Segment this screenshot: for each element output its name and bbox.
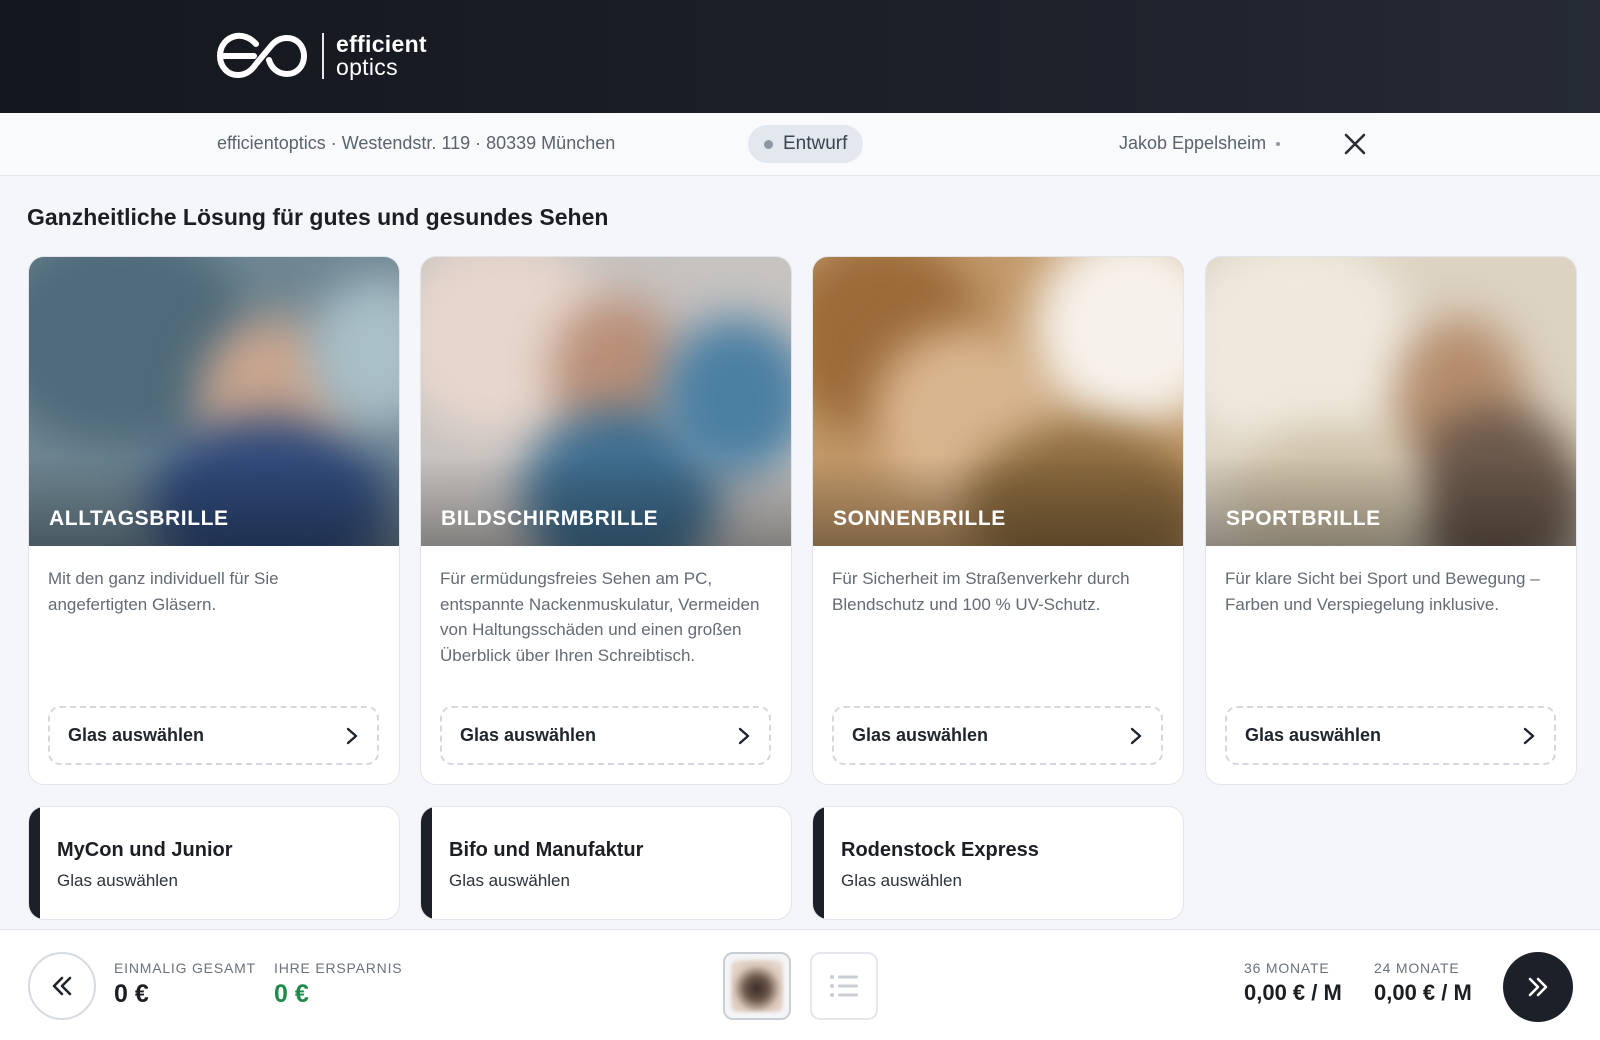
brand-logo[interactable]: efficient optics: [216, 30, 427, 82]
card-image: [29, 257, 399, 546]
brand-card-mycon-junior[interactable]: MyCon und Junior Glas auswählen: [28, 806, 400, 920]
status-badge: Entwurf: [748, 125, 864, 163]
rate-36-value: 0,00 € / M: [1244, 980, 1342, 1005]
double-chevron-right-icon: [1528, 977, 1548, 997]
brand-title: MyCon und Junior: [57, 839, 233, 861]
card-image: [421, 257, 791, 546]
select-glass-label: Glas auswählen: [852, 725, 989, 745]
select-glass-label: Glas auswählen: [68, 725, 205, 745]
brand-subtitle: Glas auswählen: [57, 871, 178, 890]
rate-24-months: 24 MONATE 0,00 € / M: [1374, 960, 1472, 1006]
chevron-right-icon: [346, 727, 358, 744]
chevron-right-icon: [1523, 727, 1535, 744]
close-icon[interactable]: [1340, 129, 1370, 159]
double-chevron-left-icon: [52, 976, 72, 996]
savings-value: 0 €: [274, 980, 309, 1008]
card-description: Mit den ganz individuell für Sie angefer…: [48, 569, 279, 614]
select-glass-button[interactable]: Glas auswählen: [832, 706, 1163, 765]
sub-header: efficientoptics · Westendstr. 119 · 8033…: [0, 113, 1600, 176]
user-menu[interactable]: Jakob Eppelsheim: [1119, 133, 1281, 154]
brand-accent-bar: [421, 807, 432, 919]
rate-36-months: 36 MONATE 0,00 € / M: [1244, 960, 1342, 1006]
card-sportbrille: SPORTBRILLE Für klare Sicht bei Sport un…: [1205, 256, 1577, 785]
user-menu-dot-icon: [1276, 141, 1281, 146]
brand-title: Rodenstock Express: [841, 839, 1039, 861]
chevron-right-icon: [738, 727, 750, 744]
card-label: BILDSCHIRMBRILLE: [441, 507, 659, 530]
chevron-right-icon: [1130, 727, 1142, 744]
list-icon: [830, 975, 858, 997]
glasses-thumbnail: [731, 960, 783, 1012]
total-label: EINMALIG GESAMT: [114, 960, 256, 976]
card-label: ALLTAGSBRILLE: [49, 507, 229, 530]
store-address: efficientoptics · Westendstr. 119 · 8033…: [217, 133, 616, 153]
logo-line-2: optics: [336, 54, 398, 80]
total-value: 0 €: [114, 980, 149, 1008]
user-name: Jakob Eppelsheim: [1119, 133, 1267, 153]
card-label: SPORTBRILLE: [1226, 507, 1381, 530]
card-sonnenbrille: SONNENBRILLE Für Sicherheit im Straßenve…: [812, 256, 1184, 785]
card-description: Für ermüdungsfreies Sehen am PC, entspan…: [440, 569, 760, 665]
list-view-button[interactable]: [810, 952, 878, 1020]
eo-logo-icon: [216, 32, 308, 79]
logo-divider: [322, 33, 324, 79]
card-description: Für klare Sicht bei Sport und Bewegung –…: [1225, 569, 1540, 614]
savings-label: IHRE ERSPARNIS: [274, 960, 403, 976]
total-summary: EINMALIG GESAMT 0 €: [114, 960, 256, 1009]
rate-36-label: 36 MONATE: [1244, 960, 1330, 976]
select-glass-button[interactable]: Glas auswählen: [440, 706, 771, 765]
brand-subtitle: Glas auswählen: [841, 871, 962, 890]
card-bildschirmbrille: BILDSCHIRMBRILLE Für ermüdungsfreies Seh…: [420, 256, 792, 785]
select-glass-label: Glas auswählen: [1245, 725, 1382, 745]
back-button[interactable]: [28, 952, 96, 1020]
select-glass-label: Glas auswählen: [460, 725, 597, 745]
select-glass-button[interactable]: Glas auswählen: [1225, 706, 1556, 765]
brand-accent-bar: [813, 807, 824, 919]
logo-text: efficient optics: [336, 33, 427, 79]
brand-accent-bar: [29, 807, 40, 919]
card-alltagsbrille: ALLTAGSBRILLE Mit den ganz individuell f…: [28, 256, 400, 785]
brand-card-rodenstock-express[interactable]: Rodenstock Express Glas auswählen: [812, 806, 1184, 920]
logo-line-1: efficient: [336, 31, 427, 57]
page-title: Ganzheitliche Lösung für gutes und gesun…: [27, 204, 609, 230]
card-description: Für Sicherheit im Straßenverkehr durch B…: [832, 569, 1130, 614]
status-dot-icon: [764, 139, 773, 149]
rate-24-label: 24 MONATE: [1374, 960, 1460, 976]
next-button[interactable]: [1503, 952, 1573, 1022]
card-image: [1206, 257, 1576, 546]
brand-subtitle: Glas auswählen: [449, 871, 570, 890]
card-label: SONNENBRILLE: [833, 507, 1006, 530]
brand-card-bifo-manufaktur[interactable]: Bifo und Manufaktur Glas auswählen: [420, 806, 792, 920]
card-image: [813, 257, 1183, 546]
image-view-button[interactable]: [723, 952, 791, 1020]
app-header: efficient optics: [0, 0, 1600, 113]
rate-24-value: 0,00 € / M: [1374, 980, 1472, 1005]
footer-bar: EINMALIG GESAMT 0 € IHRE ERSPARNIS 0 € 3…: [0, 929, 1600, 1040]
brand-title: Bifo und Manufaktur: [449, 839, 644, 861]
status-label: Entwurf: [783, 133, 848, 154]
savings-summary: IHRE ERSPARNIS 0 €: [274, 960, 402, 1009]
select-glass-button[interactable]: Glas auswählen: [48, 706, 379, 765]
